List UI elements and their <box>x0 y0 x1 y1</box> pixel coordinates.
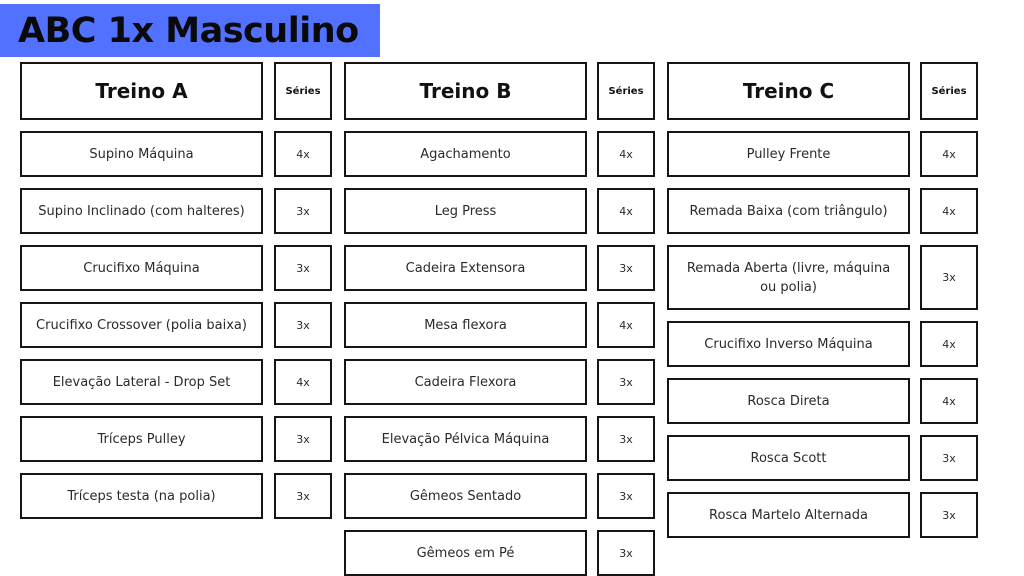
exercise-name: Gêmeos Sentado <box>344 473 587 519</box>
exercise-sets: 4x <box>920 131 978 177</box>
page-title: ABC 1x Masculino <box>18 10 359 51</box>
exercise-name: Gêmeos em Pé <box>344 530 587 576</box>
exercise-name: Cadeira Extensora <box>344 245 587 291</box>
exercise-name: Rosca Martelo Alternada <box>667 492 910 538</box>
exercise-sets: 4x <box>597 188 655 234</box>
exercise-name: Crucifixo Inverso Máquina <box>667 321 910 367</box>
exercise-sets: 3x <box>597 530 655 576</box>
exercise-sets: 3x <box>274 416 332 462</box>
exercise-name: Leg Press <box>344 188 587 234</box>
exercise-name: Mesa flexora <box>344 302 587 348</box>
exercise-sets: 3x <box>274 302 332 348</box>
exercise-sets: 4x <box>597 131 655 177</box>
exercise-name: Elevação Lateral - Drop Set <box>20 359 263 405</box>
exercise-sets: 3x <box>597 473 655 519</box>
title-banner: ABC 1x Masculino <box>0 4 380 57</box>
exercise-sets: 3x <box>597 359 655 405</box>
exercise-name: Elevação Pélvica Máquina <box>344 416 587 462</box>
exercise-name: Tríceps testa (na polia) <box>20 473 263 519</box>
exercise-name: Supino Máquina <box>20 131 263 177</box>
exercise-sets: 4x <box>920 188 978 234</box>
exercise-name: Remada Aberta (livre, máquina ou polia) <box>667 245 910 310</box>
exercise-sets: 3x <box>597 245 655 291</box>
exercise-sets: 4x <box>274 131 332 177</box>
exercise-sets: 3x <box>920 245 978 310</box>
exercise-name: Supino Inclinado (com halteres) <box>20 188 263 234</box>
exercise-name: Remada Baixa (com triângulo) <box>667 188 910 234</box>
exercise-name: Crucifixo Crossover (polia baixa) <box>20 302 263 348</box>
series-header: Séries <box>920 62 978 120</box>
exercise-name: Agachamento <box>344 131 587 177</box>
workout-title: Treino A <box>20 62 263 120</box>
exercise-sets: 3x <box>274 473 332 519</box>
exercise-sets: 3x <box>597 416 655 462</box>
exercise-name: Tríceps Pulley <box>20 416 263 462</box>
exercise-sets: 3x <box>920 435 978 481</box>
exercise-sets: 4x <box>597 302 655 348</box>
exercise-name: Crucifixo Máquina <box>20 245 263 291</box>
exercise-name: Pulley Frente <box>667 131 910 177</box>
workout-title: Treino C <box>667 62 910 120</box>
exercise-sets: 3x <box>920 492 978 538</box>
exercise-sets: 4x <box>920 321 978 367</box>
exercise-name: Rosca Scott <box>667 435 910 481</box>
series-header: Séries <box>597 62 655 120</box>
exercise-sets: 4x <box>274 359 332 405</box>
exercise-sets: 4x <box>920 378 978 424</box>
exercise-name: Rosca Direta <box>667 378 910 424</box>
exercise-sets: 3x <box>274 188 332 234</box>
exercise-sets: 3x <box>274 245 332 291</box>
workout-title: Treino B <box>344 62 587 120</box>
series-header: Séries <box>274 62 332 120</box>
exercise-name: Cadeira Flexora <box>344 359 587 405</box>
